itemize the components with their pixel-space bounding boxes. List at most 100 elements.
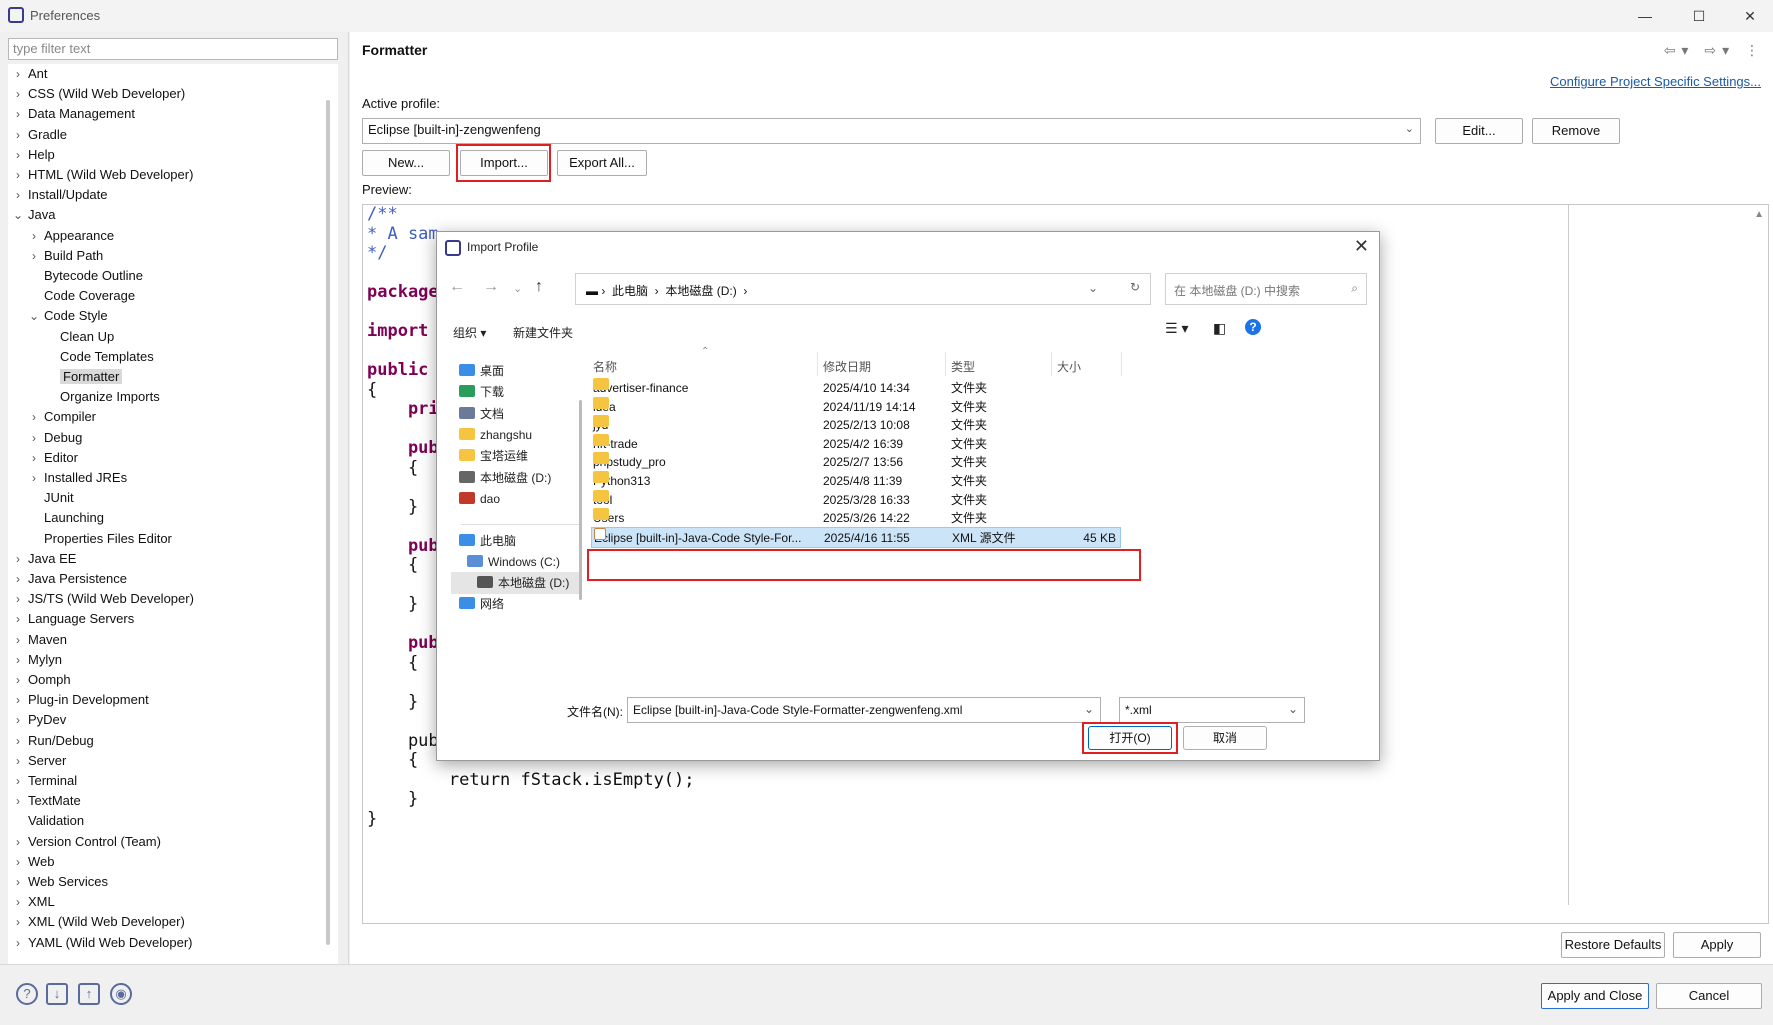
tree-item[interactable]: Code Templates [44, 347, 154, 367]
filetype-select[interactable]: *.xml ⌄ [1119, 697, 1305, 723]
tree-scrollbar[interactable] [326, 100, 330, 945]
crumb-pc[interactable]: 此电脑 [612, 284, 648, 298]
back-icon[interactable]: ⇦▾ [1664, 42, 1695, 58]
col-name[interactable]: 名称 [593, 358, 617, 375]
collapsed-chevron-icon[interactable]: › [12, 165, 24, 185]
collapsed-chevron-icon[interactable]: › [12, 650, 24, 670]
collapsed-chevron-icon[interactable]: › [12, 832, 24, 852]
nav-pane-item[interactable]: zhangshu [459, 424, 532, 446]
configure-project-link[interactable]: Configure Project Specific Settings... [1550, 74, 1761, 89]
tree-item[interactable]: › Ant [12, 64, 48, 84]
forward-arrow-icon[interactable]: → [483, 278, 499, 296]
tree-item[interactable]: Launching [28, 508, 104, 528]
collapsed-chevron-icon[interactable]: › [12, 185, 24, 205]
collapsed-chevron-icon[interactable]: › [12, 771, 24, 791]
open-button[interactable]: 打开(O) [1088, 726, 1172, 750]
collapsed-chevron-icon[interactable]: › [12, 751, 24, 771]
tree-item[interactable]: › Gradle [12, 125, 67, 145]
edit-button[interactable]: Edit... [1435, 118, 1523, 144]
remove-button[interactable]: Remove [1532, 118, 1620, 144]
tree-item[interactable]: › PyDev [12, 710, 66, 730]
tree-item[interactable]: Validation [12, 811, 84, 831]
maximize-icon[interactable]: ☐ [1676, 4, 1722, 28]
nav-pane-item[interactable]: 下载 [459, 381, 504, 403]
collapsed-chevron-icon[interactable]: › [12, 791, 24, 811]
tree-item[interactable]: Organize Imports [44, 387, 160, 407]
collapsed-chevron-icon[interactable]: › [12, 710, 24, 730]
tree-item[interactable]: Code Coverage [28, 286, 135, 306]
nav-pane-item[interactable]: 桌面 [459, 360, 504, 382]
new-folder-button[interactable]: 新建文件夹 [513, 324, 573, 341]
collapsed-chevron-icon[interactable]: › [12, 872, 24, 892]
file-row[interactable]: Eclipse [built-in]-Java-Code Style-For..… [591, 527, 1121, 548]
dialog-cancel-button[interactable]: 取消 [1183, 726, 1267, 750]
crumb-drive[interactable]: 本地磁盘 (D:) [665, 284, 736, 298]
col-type[interactable]: 类型 [951, 358, 975, 375]
collapsed-chevron-icon[interactable]: › [12, 933, 24, 953]
pane-divider[interactable] [348, 32, 349, 964]
filter-input[interactable]: type filter text [8, 38, 338, 60]
tree-item[interactable]: › Java Persistence [12, 569, 127, 589]
collapsed-chevron-icon[interactable]: › [12, 569, 24, 589]
tree-item[interactable]: › Oomph [12, 670, 71, 690]
tree-item[interactable]: › CSS (Wild Web Developer) [12, 84, 185, 104]
collapsed-chevron-icon[interactable]: › [12, 690, 24, 710]
minimize-icon[interactable]: — [1622, 4, 1668, 28]
preview-scroll-up-icon[interactable]: ▲ [1754, 209, 1764, 220]
expanded-chevron-icon[interactable]: ⌄ [28, 306, 40, 326]
tree-item[interactable]: › Installed JREs [28, 468, 127, 488]
apply-button[interactable]: Apply [1673, 932, 1761, 958]
oomph-icon[interactable]: ◉ [110, 983, 132, 1005]
tree-item[interactable]: › XML (Wild Web Developer) [12, 912, 185, 932]
collapsed-chevron-icon[interactable]: › [12, 912, 24, 932]
tree-item[interactable]: › Web Services [12, 872, 108, 892]
tree-item[interactable]: › Maven [12, 630, 67, 650]
collapsed-chevron-icon[interactable]: › [28, 407, 40, 427]
apply-and-close-button[interactable]: Apply and Close [1541, 983, 1649, 1009]
expanded-chevron-icon[interactable]: ⌄ [12, 205, 24, 225]
address-dropdown-icon[interactable]: ⌄ [1088, 281, 1098, 295]
tree-item[interactable]: › Appearance [28, 226, 114, 246]
collapsed-chevron-icon[interactable]: › [12, 852, 24, 872]
tree-item[interactable]: › Mylyn [12, 650, 62, 670]
up-arrow-icon[interactable]: ↑ [535, 278, 543, 296]
collapsed-chevron-icon[interactable]: › [28, 448, 40, 468]
collapsed-chevron-icon[interactable]: › [12, 104, 24, 124]
col-size[interactable]: 大小 [1057, 358, 1081, 375]
preview-pane-icon[interactable]: ◧ [1213, 320, 1226, 337]
tree-item[interactable]: ⌄ Java [12, 205, 56, 225]
more-icon[interactable]: ⋮ [1745, 42, 1765, 58]
tree-item[interactable]: JUnit [28, 488, 74, 508]
nav-pane-item[interactable]: Windows (C:) [467, 551, 560, 573]
tree-item[interactable]: › XML [12, 892, 55, 912]
collapsed-chevron-icon[interactable]: › [28, 226, 40, 246]
tree-item[interactable]: › Server [12, 751, 66, 771]
collapsed-chevron-icon[interactable]: › [28, 246, 40, 266]
tree-item[interactable]: Formatter [44, 367, 123, 387]
collapsed-chevron-icon[interactable]: › [12, 64, 24, 84]
tree-item[interactable]: › Data Management [12, 104, 135, 124]
collapsed-chevron-icon[interactable]: › [12, 609, 24, 629]
tree-item[interactable]: Properties Files Editor [28, 529, 172, 549]
export-all-button[interactable]: Export All... [557, 150, 647, 176]
nav-pane-item[interactable]: dao [459, 488, 500, 510]
col-sep[interactable] [817, 352, 818, 376]
import-button[interactable]: Import... [460, 150, 548, 176]
filename-input[interactable]: Eclipse [built-in]-Java-Code Style-Forma… [627, 697, 1101, 723]
tree-item[interactable]: › TextMate [12, 791, 81, 811]
collapsed-chevron-icon[interactable]: › [12, 125, 24, 145]
col-sep[interactable] [945, 352, 946, 376]
tree-item[interactable]: › Language Servers [12, 609, 134, 629]
tree-item[interactable]: › Terminal [12, 771, 77, 791]
tree-item[interactable]: › Run/Debug [12, 731, 94, 751]
tree-item[interactable]: › Build Path [28, 246, 103, 266]
close-icon[interactable]: ✕ [1727, 4, 1773, 28]
search-input[interactable]: 在 本地磁盘 (D:) 中搜索 ⌕ [1165, 273, 1367, 305]
tree-item[interactable]: ⌄ Code Style [28, 306, 108, 326]
nav-arrows[interactable]: ⇦▾ ⇨▾ ⋮ [1664, 42, 1765, 59]
back-arrow-icon[interactable]: ← [449, 278, 465, 296]
collapsed-chevron-icon[interactable]: › [28, 468, 40, 488]
collapsed-chevron-icon[interactable]: › [12, 549, 24, 569]
collapsed-chevron-icon[interactable]: › [12, 589, 24, 609]
tree-item[interactable]: › Debug [28, 428, 82, 448]
